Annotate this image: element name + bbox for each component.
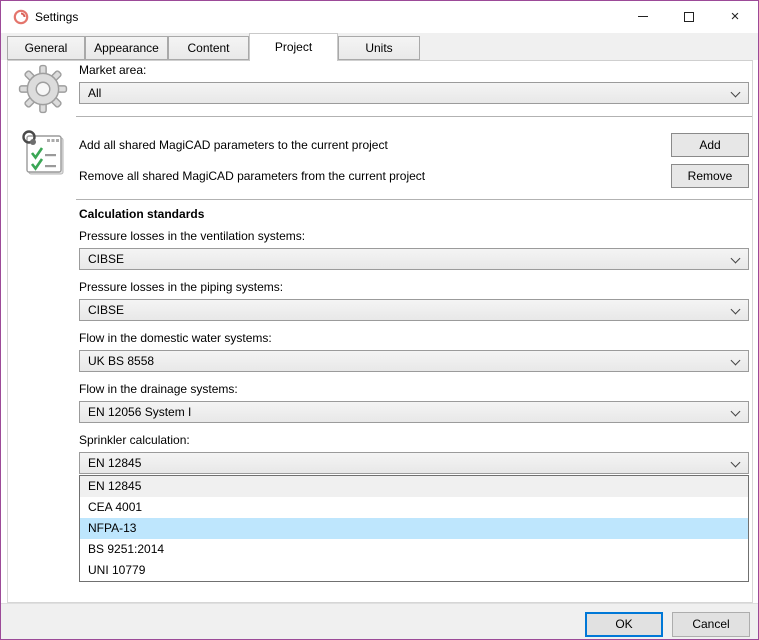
- drainage-flow-label: Flow in the drainage systems:: [79, 382, 238, 397]
- ventilation-pressure-label: Pressure losses in the ventilation syste…: [79, 229, 305, 244]
- remove-parameters-text: Remove all shared MagiCAD parameters fro…: [79, 169, 425, 184]
- tab-appearance[interactable]: Appearance: [85, 36, 168, 60]
- separator: [76, 199, 752, 200]
- close-icon[interactable]: ×: [712, 1, 758, 32]
- calculation-standards-heading: Calculation standards: [79, 207, 204, 221]
- market-area-value: All: [88, 86, 101, 100]
- tab-bar: General Appearance Content Project Units: [1, 33, 758, 60]
- remove-button[interactable]: Remove: [671, 164, 749, 188]
- project-tab-page: Market area: All Add all shared MagiCAD …: [7, 60, 753, 603]
- domestic-water-flow-label: Flow in the domestic water systems:: [79, 331, 272, 346]
- drainage-flow-value: EN 12056 System I: [88, 405, 191, 419]
- ventilation-pressure-select[interactable]: CIBSE: [79, 248, 749, 270]
- titlebar: Settings ×: [1, 1, 758, 33]
- domestic-water-flow-select[interactable]: UK BS 8558: [79, 350, 749, 372]
- app-icon: [13, 9, 29, 25]
- tab-content[interactable]: Content: [168, 36, 249, 60]
- tab-general[interactable]: General: [7, 36, 85, 60]
- dropdown-option-bs-9251-2014[interactable]: BS 9251:2014: [80, 539, 748, 560]
- chevron-down-icon: [731, 356, 741, 366]
- drainage-flow-select[interactable]: EN 12056 System I: [79, 401, 749, 423]
- add-parameters-text: Add all shared MagiCAD parameters to the…: [79, 138, 388, 153]
- market-area-select[interactable]: All: [79, 82, 749, 104]
- ok-button[interactable]: OK: [585, 612, 663, 637]
- window-title: Settings: [35, 1, 78, 33]
- maximize-icon[interactable]: [666, 1, 712, 32]
- settings-dialog: Settings × General Appearance Content Pr…: [0, 0, 759, 640]
- sprinkler-dropdown-list: EN 12845 CEA 4001 NFPA-13 BS 9251:2014 U…: [79, 475, 749, 582]
- minimize-icon[interactable]: [620, 1, 666, 32]
- tab-units[interactable]: Units: [338, 36, 420, 60]
- market-area-label: Market area:: [79, 63, 146, 78]
- dropdown-option-en-12845[interactable]: EN 12845: [80, 476, 748, 497]
- piping-pressure-label: Pressure losses in the piping systems:: [79, 280, 283, 295]
- sprinkler-calculation-value: EN 12845: [88, 456, 141, 470]
- piping-pressure-value: CIBSE: [88, 303, 124, 317]
- chevron-down-icon: [731, 407, 741, 417]
- tab-project[interactable]: Project: [249, 33, 338, 61]
- dropdown-option-uni-10779[interactable]: UNI 10779: [80, 560, 748, 581]
- sprinkler-calculation-label: Sprinkler calculation:: [79, 433, 190, 448]
- chevron-down-icon: [731, 458, 741, 468]
- dropdown-option-nfpa-13[interactable]: NFPA-13: [80, 518, 748, 539]
- domestic-water-flow-value: UK BS 8558: [88, 354, 154, 368]
- separator: [76, 116, 752, 117]
- cancel-button[interactable]: Cancel: [672, 612, 750, 637]
- piping-pressure-select[interactable]: CIBSE: [79, 299, 749, 321]
- add-button[interactable]: Add: [671, 133, 749, 157]
- dialog-footer: OK Cancel: [1, 603, 758, 639]
- ventilation-pressure-value: CIBSE: [88, 252, 124, 266]
- gear-icon: [18, 64, 68, 114]
- sprinkler-calculation-select[interactable]: EN 12845: [79, 452, 749, 474]
- window-controls: ×: [620, 1, 758, 32]
- chevron-down-icon: [731, 305, 741, 315]
- chevron-down-icon: [731, 254, 741, 264]
- checklist-icon: [20, 127, 66, 177]
- dropdown-option-cea-4001[interactable]: CEA 4001: [80, 497, 748, 518]
- chevron-down-icon: [731, 88, 741, 98]
